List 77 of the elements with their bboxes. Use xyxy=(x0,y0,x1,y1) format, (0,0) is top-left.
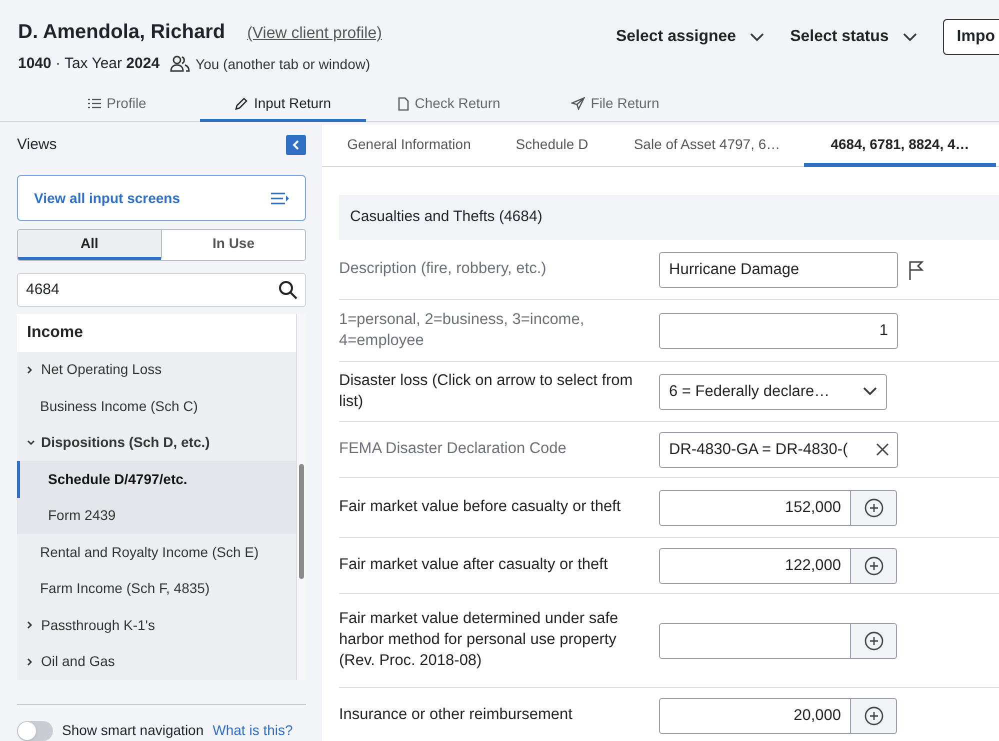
tree-item[interactable]: Form 2439 xyxy=(17,498,296,534)
field-label: Fair market value before casualty or theft xyxy=(339,497,622,518)
field-label: Fair market value determined under safe harbor method for personal use property (Rev. Proc. 2018-08) xyxy=(339,609,620,671)
chevron-down-icon xyxy=(863,387,877,396)
field-label: 1=personal, 2=business, 3=income, 4=employee xyxy=(339,310,586,350)
section-heading: Income xyxy=(17,314,296,352)
field-label: Insurance or other reimbursement xyxy=(339,705,574,726)
tree-item[interactable]: Oil and Gas xyxy=(17,644,296,680)
input-field[interactable]: DR-4830-GA = DR-4830-( xyxy=(659,432,898,468)
views-heading: Views xyxy=(17,134,57,155)
smart-navigation-label: Show smart navigation xyxy=(62,721,204,740)
filter-tab[interactable]: All xyxy=(18,230,161,260)
form-tab[interactable]: General Information xyxy=(324,125,494,167)
flag-icon[interactable] xyxy=(908,260,924,280)
presence-status: You (another tab or window) xyxy=(196,54,370,74)
pencil-icon xyxy=(234,97,248,110)
nav-tab[interactable]: Profile xyxy=(34,88,200,122)
tree-item[interactable]: Net Operating Loss xyxy=(17,352,296,388)
what-is-this-link[interactable]: What is this? xyxy=(212,720,293,741)
tree-item[interactable]: Rental and Royalty Income (Sch E) xyxy=(17,534,296,571)
plus-circle-icon xyxy=(864,498,884,518)
section-title: Casualties and Thefts (4684) xyxy=(350,207,542,228)
chevron-down-icon xyxy=(27,440,35,446)
dropdown[interactable]: 6 = Federally declare… xyxy=(659,374,887,410)
list-arrow-icon xyxy=(271,192,289,205)
add-button[interactable] xyxy=(851,490,897,526)
plus-circle-icon xyxy=(864,630,884,650)
scrollbar-thumb[interactable] xyxy=(299,464,304,579)
tree-item[interactable]: Farm Income (Sch F, 4835) xyxy=(17,570,296,608)
tax-year-label: 1040 · Tax Year 2024 xyxy=(18,54,160,74)
paper-plane-icon xyxy=(570,97,585,110)
search-field[interactable]: 4684 xyxy=(17,272,306,307)
tree-item[interactable]: Schedule D/4797/etc. xyxy=(17,461,296,498)
chevron-right-icon xyxy=(27,621,33,630)
add-button[interactable] xyxy=(851,698,897,734)
add-button[interactable] xyxy=(851,548,897,584)
form-tab[interactable]: Schedule D xyxy=(494,125,610,167)
form-tab[interactable]: 4684, 6781, 8824, 4… xyxy=(804,125,996,167)
tree-item[interactable]: Passthrough K-1's xyxy=(17,607,296,644)
amount-field[interactable]: 152,000 xyxy=(659,490,851,526)
filter-tab[interactable]: In Use xyxy=(161,230,305,260)
users-icon xyxy=(170,55,190,74)
chevron-down-icon xyxy=(750,32,764,42)
view-client-profile-link[interactable]: (View client profile) xyxy=(247,22,382,46)
form-tab[interactable]: Sale of Asset 4797, 6… xyxy=(610,125,804,167)
input-field[interactable]: 1 xyxy=(659,312,898,348)
chevron-left-icon xyxy=(292,140,300,150)
add-button[interactable] xyxy=(851,622,897,658)
import-button[interactable]: Impo xyxy=(942,19,999,55)
tree-item[interactable]: Dispositions (Sch D, etc.) xyxy=(17,424,296,462)
search-icon xyxy=(278,280,298,300)
close-icon[interactable] xyxy=(876,443,889,456)
tree-item[interactable]: Business Income (Sch C) xyxy=(17,388,296,425)
plus-circle-icon xyxy=(864,556,884,576)
field-label: Description (fire, robbery, etc.) xyxy=(339,259,548,280)
smart-navigation-toggle[interactable] xyxy=(17,720,53,741)
input-field[interactable]: Hurricane Damage xyxy=(659,252,898,288)
field-label: Fair market value after casualty or theft xyxy=(339,555,609,576)
list-icon xyxy=(88,98,101,109)
chevron-right-icon xyxy=(27,658,33,666)
amount-field[interactable]: 20,000 xyxy=(659,698,851,734)
amount-field[interactable]: 122,000 xyxy=(659,548,851,584)
collapse-sidebar-button[interactable] xyxy=(286,135,306,156)
dropdown[interactable]: Select assignee xyxy=(616,25,764,49)
view-all-input-screens-button[interactable]: View all input screens xyxy=(17,175,306,222)
nav-tab[interactable]: File Return xyxy=(532,88,698,122)
plus-circle-icon xyxy=(864,706,884,726)
amount-field[interactable] xyxy=(659,622,851,658)
nav-tab[interactable]: Input Return xyxy=(200,88,366,122)
field-label: Disaster loss (Click on arrow to select from list) xyxy=(339,370,634,412)
chevron-right-icon xyxy=(27,366,33,374)
dropdown[interactable]: Select status xyxy=(790,25,917,49)
field-label: FEMA Disaster Declaration Code xyxy=(339,439,568,460)
client-name: D. Amendola, Richard xyxy=(18,20,226,45)
document-icon xyxy=(398,96,409,110)
chevron-down-icon xyxy=(902,32,917,42)
nav-tab[interactable]: Check Return xyxy=(366,88,532,122)
